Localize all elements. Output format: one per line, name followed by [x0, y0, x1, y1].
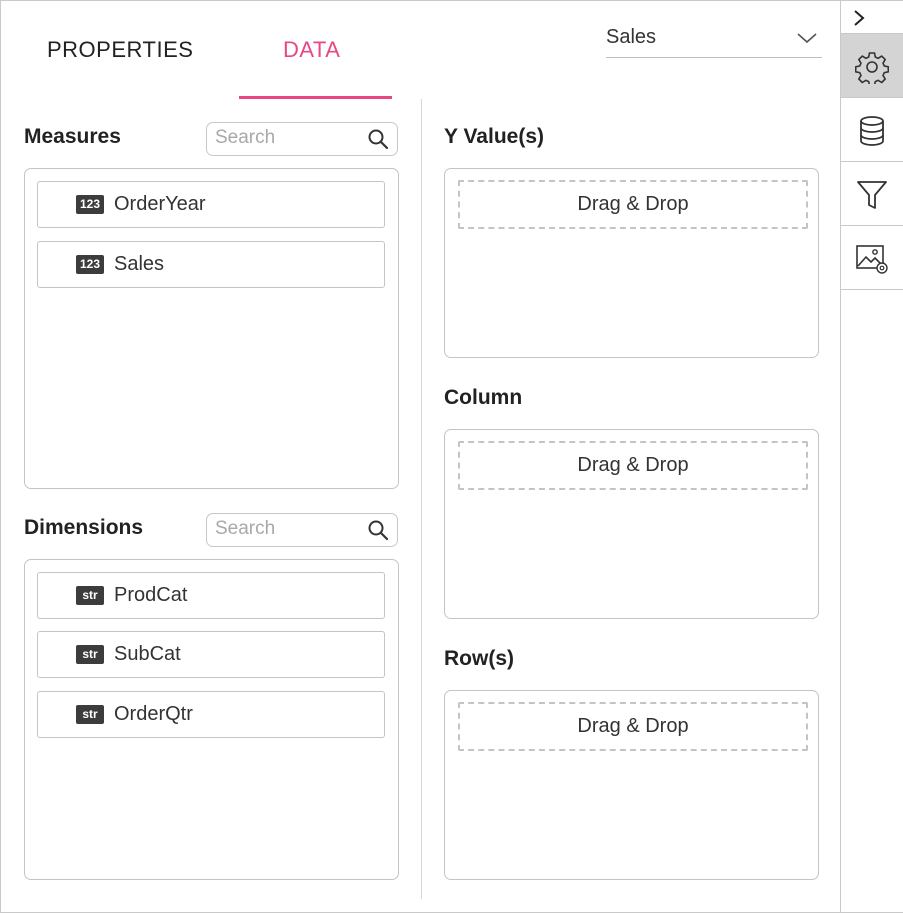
dimensions-search[interactable] [206, 513, 398, 547]
number-type-badge: 123 [76, 195, 104, 214]
image-settings-button[interactable] [841, 225, 903, 290]
dimension-item-orderqtr[interactable]: str OrderQtr [37, 691, 385, 738]
number-type-badge: 123 [76, 255, 104, 274]
active-tab-indicator [239, 96, 392, 99]
y-values-box: Drag & Drop [444, 168, 819, 358]
dimensions-search-input[interactable] [215, 518, 355, 540]
column-drop-zone[interactable]: Drag & Drop [458, 441, 808, 490]
measures-search[interactable] [206, 122, 398, 156]
string-type-badge: str [76, 645, 104, 664]
rows-box: Drag & Drop [444, 690, 819, 880]
measures-list: 123 OrderYear 123 Sales [24, 168, 399, 489]
series-dropdown[interactable]: Sales [606, 23, 822, 58]
chevron-down-icon [797, 33, 817, 44]
settings-button[interactable] [841, 33, 903, 98]
rail-divider [841, 289, 903, 290]
field-label: SubCat [114, 643, 181, 665]
drop-zone-label: Drag & Drop [577, 193, 689, 215]
tab-data[interactable]: DATA [283, 37, 340, 63]
dimensions-title: Dimensions [24, 516, 144, 539]
search-icon[interactable] [367, 128, 389, 150]
filter-button[interactable] [841, 161, 903, 226]
data-source-button[interactable] [841, 97, 903, 162]
measures-title: Measures [24, 125, 121, 148]
gear-icon [855, 52, 889, 84]
properties-panel: PROPERTIES DATA Sales Measures 123 Order… [0, 0, 903, 913]
column-title: Column [444, 386, 523, 409]
chevron-right-icon[interactable] [851, 8, 867, 28]
measure-item-sales[interactable]: 123 Sales [37, 241, 385, 288]
dimensions-list: str ProdCat str SubCat str OrderQtr [24, 559, 399, 880]
field-label: Sales [114, 253, 165, 275]
string-type-badge: str [76, 586, 104, 605]
drop-zone-label: Drag & Drop [577, 454, 689, 476]
measures-search-input[interactable] [215, 127, 355, 149]
field-label: OrderQtr [114, 703, 193, 725]
measure-item-orderyear[interactable]: 123 OrderYear [37, 181, 385, 228]
search-icon[interactable] [367, 519, 389, 541]
panel-divider [421, 99, 422, 899]
side-toolbar [840, 1, 903, 912]
dimension-item-prodcat[interactable]: str ProdCat [37, 572, 385, 619]
string-type-badge: str [76, 705, 104, 724]
filter-icon [857, 181, 887, 209]
tab-properties[interactable]: PROPERTIES [47, 37, 193, 63]
rows-drop-zone[interactable]: Drag & Drop [458, 702, 808, 751]
rows-title: Row(s) [444, 647, 514, 670]
column-box: Drag & Drop [444, 429, 819, 619]
y-values-title: Y Value(s) [444, 125, 544, 148]
image-settings-icon [856, 245, 888, 274]
series-dropdown-value: Sales [606, 26, 657, 48]
database-icon [860, 116, 884, 146]
y-values-drop-zone[interactable]: Drag & Drop [458, 180, 808, 229]
field-label: ProdCat [114, 584, 188, 606]
drop-zone-label: Drag & Drop [577, 715, 689, 737]
field-label: OrderYear [114, 193, 206, 215]
dimension-item-subcat[interactable]: str SubCat [37, 631, 385, 678]
